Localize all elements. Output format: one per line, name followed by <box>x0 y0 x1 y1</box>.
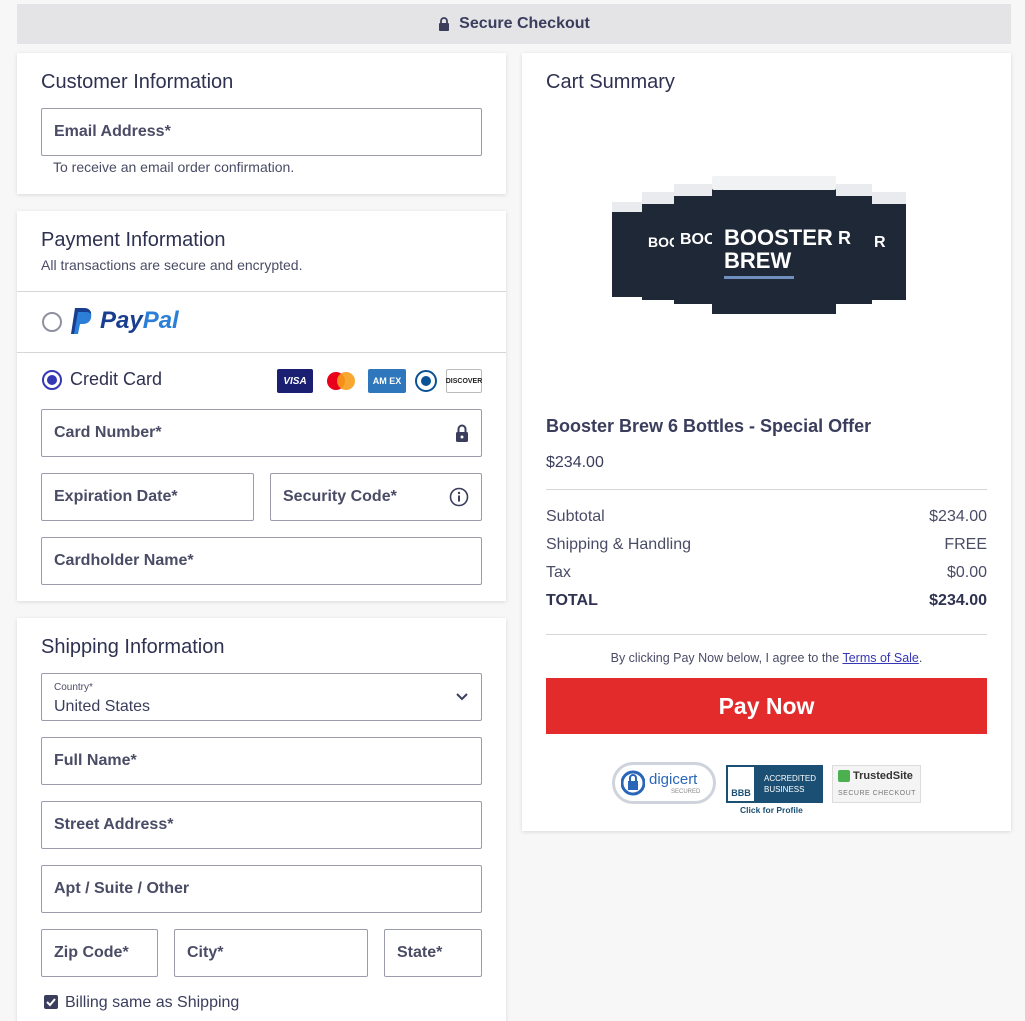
total-label: TOTAL <box>546 592 598 609</box>
street-address-field[interactable]: Street Address* <box>41 801 482 849</box>
diners-club-icon <box>413 369 439 393</box>
email-field[interactable]: Email Address* <box>41 108 482 156</box>
paypal-p-icon <box>71 308 92 334</box>
svg-text:BOO: BOO <box>680 231 716 248</box>
bbb-text1: ACCREDITED <box>764 774 817 783</box>
checkmark-icon <box>838 770 850 782</box>
product-image-text-line2: BREW <box>724 248 791 273</box>
svg-text:R: R <box>838 228 851 248</box>
zip-code-field[interactable]: Zip Code* <box>41 929 158 977</box>
country-small-label: Country* <box>54 682 93 693</box>
card-number-field[interactable]: Card Number* <box>41 409 482 457</box>
digicert-sub-text: SECURED <box>671 789 701 795</box>
divider <box>17 352 506 353</box>
terms-text: By clicking Pay Now below, I agree to th… <box>546 651 987 665</box>
tax-value: $0.00 <box>946 564 987 581</box>
info-icon[interactable] <box>449 487 469 507</box>
lock-icon <box>439 17 450 31</box>
card-number-label: Card Number* <box>54 424 162 441</box>
bottle: BOO <box>674 184 716 304</box>
customer-information-title: Customer Information <box>41 71 234 93</box>
shipping-label: Shipping & Handling <box>546 536 691 553</box>
full-name-label: Full Name* <box>54 752 137 769</box>
paypal-radio[interactable] <box>42 312 62 332</box>
state-label: State* <box>397 944 443 961</box>
credit-card-label[interactable]: Credit Card <box>70 369 162 390</box>
tax-label: Tax <box>546 564 571 581</box>
shipping-row: Shipping & Handling FREE <box>546 536 987 554</box>
bbb-profile-link[interactable]: Click for Profile <box>740 805 803 815</box>
state-field[interactable]: State* <box>384 929 482 977</box>
security-code-label: Security Code* <box>283 488 397 505</box>
amex-icon: AM EX <box>368 369 406 393</box>
email-label: Email Address* <box>54 123 171 140</box>
terms-suffix: . <box>918 651 923 665</box>
bottle: R <box>832 184 872 304</box>
bottle: BOOSTER BREW <box>712 176 836 314</box>
billing-same-label[interactable]: Billing same as Shipping <box>65 994 239 1012</box>
apt-suite-label: Apt / Suite / Other <box>54 880 190 897</box>
subtotal-value: $234.00 <box>929 508 987 525</box>
cart-summary-title: Cart Summary <box>546 71 675 93</box>
bbb-badge[interactable]: BBB ACCREDITED BUSINESS <box>726 765 823 803</box>
total-value: $234.00 <box>929 592 987 609</box>
bbb-text2: BUSINESS <box>764 785 805 794</box>
chevron-down-icon <box>456 693 468 701</box>
cardholder-name-label: Cardholder Name* <box>54 552 194 569</box>
paypal-text-pal: Pal <box>142 307 179 334</box>
secure-checkout-bar: Secure Checkout <box>17 4 1011 44</box>
bottle <box>612 202 644 297</box>
zip-code-label: Zip Code* <box>54 944 129 961</box>
city-field[interactable]: City* <box>174 929 368 977</box>
expiration-date-label: Expiration Date* <box>54 488 178 505</box>
security-code-field[interactable]: Security Code* <box>270 473 482 521</box>
digicert-badge[interactable]: digicert SECURED <box>612 762 716 804</box>
city-label: City* <box>187 944 224 961</box>
checkmark-icon <box>46 998 56 1007</box>
product-image-text-line1: BOOSTER <box>724 225 833 250</box>
discover-icon: DISCOVER <box>446 369 482 393</box>
subtotal-row: Subtotal $234.00 <box>546 508 987 526</box>
mastercard-icon <box>322 369 360 393</box>
country-value: United States <box>54 698 151 715</box>
trustedsite-text: TrustedSite <box>853 770 913 782</box>
padlock-icon <box>621 770 645 796</box>
subtotal-label: Subtotal <box>546 508 605 525</box>
country-select[interactable]: Country* United States <box>41 673 482 721</box>
tax-row: Tax $0.00 <box>546 564 987 582</box>
product-price: $234.00 <box>546 454 604 471</box>
lock-icon <box>456 424 468 442</box>
street-address-label: Street Address* <box>54 816 174 833</box>
billing-same-checkbox[interactable] <box>44 995 58 1009</box>
bottle: R <box>870 192 906 300</box>
terms-of-sale-link[interactable]: Terms of Sale <box>842 651 918 665</box>
product-name: Booster Brew 6 Bottles - Special Offer <box>546 416 872 436</box>
pay-now-button[interactable]: Pay Now <box>546 678 987 734</box>
credit-card-radio[interactable] <box>42 370 62 390</box>
product-image: R BOO R BOO BOOSTER BREW <box>612 176 906 314</box>
divider <box>546 489 987 490</box>
secure-checkout-title: Secure Checkout <box>459 15 590 32</box>
svg-text:R: R <box>874 234 886 251</box>
divider <box>546 634 987 635</box>
trustedsite-badge[interactable]: TrustedSite SECURE CHECKOUT <box>832 765 921 803</box>
terms-prefix: By clicking Pay Now below, I agree to th… <box>610 651 843 665</box>
divider <box>17 291 506 292</box>
full-name-field[interactable]: Full Name* <box>41 737 482 785</box>
apt-suite-field[interactable]: Apt / Suite / Other <box>41 865 482 913</box>
payment-subtitle: All transactions are secure and encrypte… <box>41 257 303 273</box>
bbb-logo: BBB <box>728 767 754 801</box>
visa-icon: VISA <box>277 369 313 393</box>
paypal-text-pay: Pay <box>100 307 143 334</box>
cardholder-name-field[interactable]: Cardholder Name* <box>41 537 482 585</box>
payment-information-title: Payment Information <box>41 229 226 251</box>
paypal-logo[interactable]: PayPal <box>70 306 179 336</box>
expiration-date-field[interactable]: Expiration Date* <box>41 473 254 521</box>
trustedsite-sub-text: SECURE CHECKOUT <box>838 790 916 797</box>
total-row: TOTAL $234.00 <box>546 592 987 610</box>
email-hint: To receive an email order confirmation. <box>53 159 295 175</box>
digicert-text: digicert <box>649 771 698 788</box>
shipping-value: FREE <box>944 536 987 553</box>
shipping-information-title: Shipping Information <box>41 636 225 658</box>
